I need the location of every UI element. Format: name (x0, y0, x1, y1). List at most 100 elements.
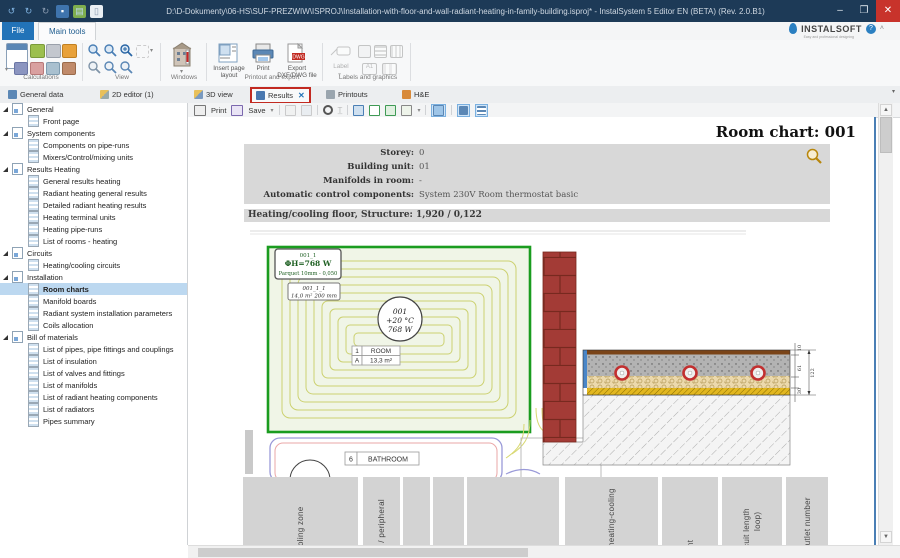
scroll-up-icon[interactable]: ▲ (880, 104, 892, 116)
tree-leaf-manifold-boards[interactable]: Manifold boards (0, 295, 187, 307)
tree-leaf-heating-terminal-units[interactable]: Heating terminal units (0, 211, 187, 223)
main-tools-tab[interactable]: Main tools (38, 22, 96, 40)
tree-leaf-mixers[interactable]: Mixers/Control/mixing units (0, 151, 187, 163)
tree-leaf-front-page[interactable]: Front page (0, 115, 187, 127)
vertical-scroll-thumb[interactable] (880, 117, 892, 153)
tab-2d-editor[interactable]: 2D editor (1) (96, 87, 158, 102)
label-button[interactable]: Label (333, 63, 348, 70)
tree-leaf-room-charts[interactable]: Room charts (0, 283, 187, 295)
page-setup-icon[interactable] (301, 105, 312, 116)
tree-node-results-heating[interactable]: Results Heating (0, 163, 187, 175)
tree-leaf-coils-allocation[interactable]: Coils allocation (0, 319, 187, 331)
insert-page-layout-icon[interactable] (218, 43, 238, 63)
tree-leaf-list-insulation[interactable]: List of insulation (0, 355, 187, 367)
zoom-out-icon[interactable] (104, 44, 117, 57)
expand-caret-icon[interactable] (3, 107, 8, 112)
layout-toggle-2[interactable] (457, 104, 470, 117)
calc-option-2-icon[interactable] (46, 44, 61, 58)
callout-icon[interactable] (330, 45, 352, 57)
print-toolbar-icon[interactable] (194, 105, 206, 116)
tree-leaf-list-manifolds[interactable]: List of manifolds (0, 379, 187, 391)
save-toolbar-icon[interactable] (231, 105, 243, 116)
zoom-in-icon[interactable] (88, 44, 101, 57)
expand-caret-icon[interactable] (3, 251, 8, 256)
file-menu-button[interactable]: File (2, 22, 34, 40)
magnifier-icon[interactable] (806, 148, 822, 164)
tab-printouts[interactable]: Printouts (322, 87, 372, 102)
tree-leaf-heating-pipe-runs[interactable]: Heating pipe-runs (0, 223, 187, 235)
tree-leaf-components-pipe-runs[interactable]: Components on pipe-runs (0, 139, 187, 151)
calculations-caret-icon[interactable]: ▾ (5, 66, 8, 73)
tab-hae[interactable]: H&E (398, 87, 433, 102)
print-icon[interactable] (252, 43, 274, 63)
undo-icon[interactable]: ↺ (5, 5, 18, 18)
minimize-button[interactable]: – (828, 0, 852, 22)
tree-node-general[interactable]: General (0, 103, 187, 115)
tree-node-system-components[interactable]: System components (0, 127, 187, 139)
close-button[interactable]: ✕ (876, 0, 900, 22)
tab-3d-view[interactable]: 3D view (190, 87, 237, 102)
tabbar-overflow-icon[interactable]: ▾ (892, 88, 895, 95)
tree-leaf-list-of-rooms[interactable]: List of rooms - heating (0, 235, 187, 247)
horizontal-scroll-thumb[interactable] (198, 548, 528, 557)
graphic-frame-icon[interactable] (358, 45, 371, 58)
scroll-down-icon[interactable]: ▼ (880, 531, 892, 543)
tree-leaf-list-radiators[interactable]: List of radiators (0, 403, 187, 415)
zoom-selection-icon[interactable] (120, 61, 133, 74)
expand-caret-icon[interactable] (3, 167, 8, 172)
text-format-icon[interactable]: T̲ (338, 106, 343, 115)
view-mode-1-icon[interactable] (353, 105, 364, 116)
tree-leaf-radiant-general-results[interactable]: Radiant heating general results (0, 187, 187, 199)
tree-leaf-radiant-install-params[interactable]: Radiant system installation parameters (0, 307, 187, 319)
tab-general-data[interactable]: General data (4, 87, 67, 102)
tree-leaf-heating-cooling-circuits[interactable]: Heating/cooling circuits (0, 259, 187, 271)
tree-leaf-list-pipes-fittings[interactable]: List of pipes, pipe fittings and couplin… (0, 343, 187, 355)
vertical-scrollbar[interactable]: ▲ ▼ (878, 103, 893, 545)
calc-option-3-icon[interactable] (62, 44, 77, 58)
save-toolbar-label[interactable]: Save (248, 106, 265, 115)
view-mode-2-icon[interactable] (369, 105, 380, 116)
horizontal-scrollbar[interactable] (188, 545, 900, 558)
view-mode-4-icon[interactable] (401, 105, 412, 116)
snapshot-icon[interactable]: ▤ (73, 5, 86, 18)
list-graphic-icon[interactable] (374, 45, 387, 58)
tree-leaf-list-valves[interactable]: List of valves and fittings (0, 367, 187, 379)
tree-node-bill-of-materials[interactable]: Bill of materials (0, 331, 187, 343)
tree-node-installation[interactable]: Installation (0, 271, 187, 283)
layout-toggle-3[interactable] (475, 104, 488, 117)
calc-option-1-icon[interactable] (30, 44, 45, 58)
help-icon[interactable]: ? (866, 24, 876, 34)
redo-icon[interactable]: ↻ (22, 5, 35, 18)
export-dxf-icon[interactable]: DWG (286, 43, 306, 63)
zoom-area-icon[interactable] (120, 44, 133, 57)
calc-option-7-icon[interactable] (62, 62, 76, 75)
find-icon[interactable] (323, 105, 333, 115)
expand-caret-icon[interactable] (3, 131, 8, 136)
expand-caret-icon[interactable] (3, 275, 8, 280)
collapse-ribbon-icon[interactable]: ˄ (880, 25, 884, 32)
zoom-fit-icon[interactable] (104, 61, 117, 74)
layout-toggle-1[interactable] (431, 104, 446, 117)
tree-leaf-general-results-heating[interactable]: General results heating (0, 175, 187, 187)
view-mode-3-icon[interactable] (385, 105, 396, 116)
tree-node-circuits[interactable]: Circuits (0, 247, 187, 259)
view-caret-icon[interactable]: ▾ (150, 47, 153, 54)
copy-icon[interactable] (285, 105, 296, 116)
tree-leaf-pipes-summary[interactable]: Pipes summary (0, 415, 187, 427)
save-caret-icon[interactable]: ▾ (271, 107, 274, 114)
history-icon[interactable]: ↻ (39, 5, 52, 18)
expand-caret-icon[interactable] (3, 335, 8, 340)
tree-leaf-list-radiant-components[interactable]: List of radiant heating components (0, 391, 187, 403)
insert-page-layout-label[interactable]: Insert page layout (213, 65, 245, 79)
windows-building-icon[interactable] (172, 42, 194, 68)
tab-results[interactable]: Results ✕ (250, 87, 311, 104)
view-mode-caret-icon[interactable]: ▾ (417, 107, 420, 114)
save-icon[interactable]: ▪ (56, 5, 69, 18)
zoom-prev-icon[interactable] (88, 61, 101, 74)
tree-leaf-detailed-radiant-results[interactable]: Detailed radiant heating results (0, 199, 187, 211)
table-graphic-icon[interactable] (390, 45, 403, 58)
print-toolbar-label[interactable]: Print (211, 106, 226, 115)
maximize-button[interactable]: ❐ (852, 0, 876, 22)
print-label[interactable]: Print (257, 65, 270, 72)
zoom-grid-icon[interactable] (136, 45, 149, 58)
